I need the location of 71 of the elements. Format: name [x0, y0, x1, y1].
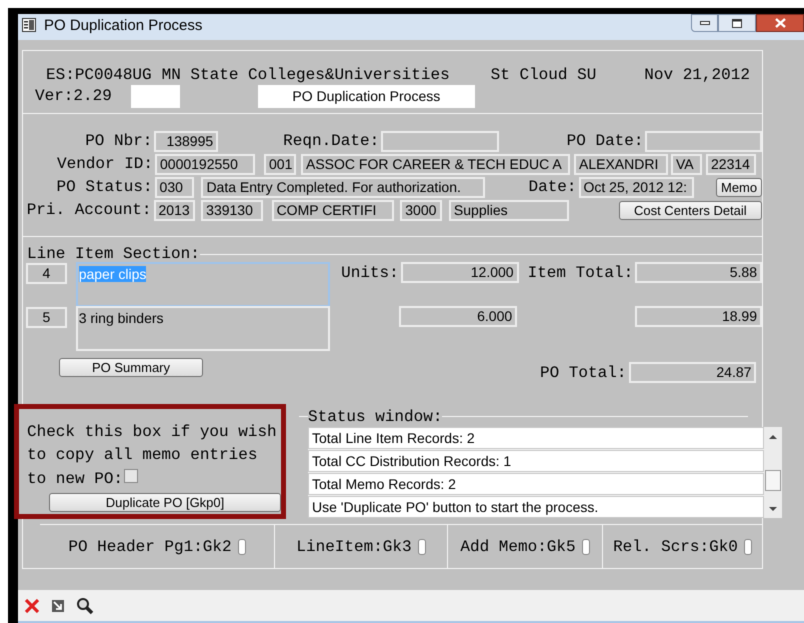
text-field[interactable]: 2013 [154, 200, 196, 221]
field-label: PO Date: [566, 131, 644, 152]
text-field[interactable]: ASSOC FOR CAREER & TECH EDUC A [301, 154, 570, 175]
text-field[interactable]: 001 [264, 154, 296, 175]
window-icon [22, 18, 36, 32]
text-field[interactable]: 030 [154, 176, 194, 198]
text-field[interactable]: Data Entry Completed. For authorization. [201, 176, 486, 198]
item-total-field[interactable]: 18.99 [635, 306, 762, 328]
field-label: PO Nbr: [85, 131, 152, 152]
text-field[interactable]: 138995 [154, 130, 218, 152]
maximize-icon [732, 18, 742, 28]
screen-id: PC0048UG [74, 65, 152, 85]
key-label: Rel. Scrs:Gk0 [613, 536, 738, 557]
field-label: Vendor ID: [56, 154, 153, 174]
text-field[interactable]: 3000 [400, 200, 442, 221]
text-field[interactable]: ALEXANDRI [574, 154, 668, 175]
field-label: Units: [341, 263, 399, 284]
organization-name: MN State Colleges&Universities [162, 65, 450, 85]
date-text: Nov 21,2012 [644, 65, 750, 85]
memo-checkbox[interactable] [124, 469, 138, 484]
text-field[interactable] [130, 85, 180, 108]
field-label: PO Status: [56, 177, 153, 198]
line-number-field[interactable]: 5 [26, 307, 67, 328]
field-label: Pri. Account: [26, 200, 152, 220]
search-icon[interactable] [76, 596, 94, 614]
close-icon [774, 18, 786, 28]
campus-name: St Cloud SU [490, 65, 596, 85]
indicator-icon [238, 538, 246, 555]
memo-button[interactable]: Memo [716, 178, 762, 197]
units-field[interactable]: 12.000 [400, 262, 519, 284]
text-field[interactable]: Supplies [448, 200, 569, 221]
line-number-field[interactable]: 4 [26, 263, 67, 284]
key-label: LineItem:Gk3 [296, 536, 412, 557]
screen-title: PO Duplication Process [258, 85, 475, 108]
text-field[interactable] [645, 130, 762, 152]
scrollbar[interactable] [764, 426, 782, 518]
po-total-field[interactable]: 24.87 [629, 362, 756, 384]
cost-centers-button[interactable]: Cost Centers Detail [618, 200, 762, 220]
description-field[interactable]: 3 ring binders [76, 306, 330, 352]
field-label: Reqn.Date: [283, 131, 380, 152]
minimize-icon [700, 21, 710, 25]
text-field[interactable]: 22314 [706, 154, 756, 175]
arrow-box-icon[interactable] [50, 598, 66, 614]
indicator-icon [418, 538, 426, 555]
key-label: Add Memo:Gk5 [460, 536, 576, 557]
field-label: Item Total: [528, 263, 634, 284]
section-title: Line Item Section: [27, 244, 200, 264]
close-button[interactable] [756, 14, 804, 32]
po-summary-button[interactable]: PO Summary [59, 358, 203, 378]
field-label: ES: [46, 65, 75, 85]
window-title: PO Duplication Process [44, 16, 202, 36]
units-field[interactable]: 6.000 [399, 306, 518, 328]
close-icon[interactable] [24, 598, 40, 614]
field-label: Date: [528, 177, 576, 198]
minimize-button[interactable] [691, 14, 718, 32]
version-text: Ver:2.29 [35, 86, 112, 106]
indicator-icon [582, 538, 590, 555]
text-field[interactable] [381, 130, 499, 152]
text-field[interactable]: COMP CERTIFI [272, 200, 394, 221]
indicator-icon [744, 538, 752, 555]
field-label: PO Total: [540, 362, 626, 383]
section-title: Status window: [308, 406, 442, 427]
maximize-button[interactable] [718, 14, 756, 32]
text-field[interactable]: Oct 25, 2012 12: [578, 176, 694, 198]
text-field[interactable]: 0000192550 [155, 154, 255, 175]
key-label: PO Header Pg1:Gk2 [68, 536, 232, 557]
text-field[interactable]: VA [671, 154, 702, 175]
checkbox-label: to new PO: [27, 470, 124, 488]
text-field[interactable]: 339130 [201, 200, 263, 221]
item-total-field[interactable]: 5.88 [635, 262, 762, 284]
duplicate-po-button[interactable]: Duplicate PO [Gkp0] [49, 492, 281, 512]
